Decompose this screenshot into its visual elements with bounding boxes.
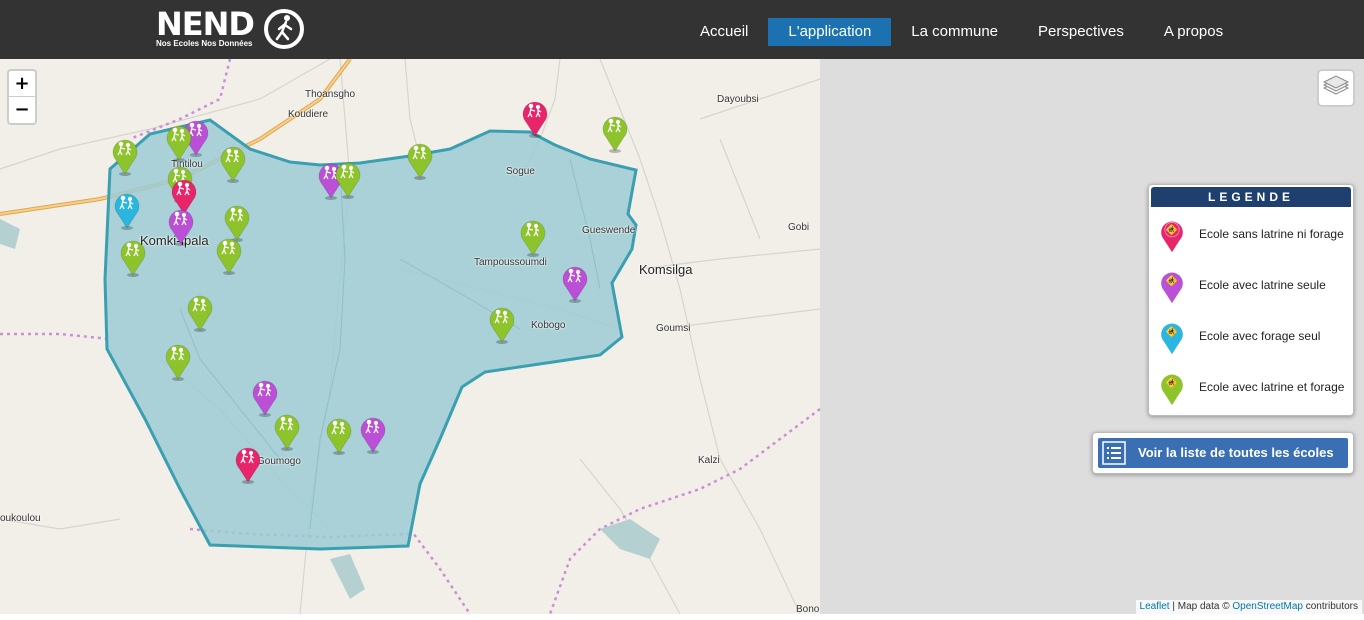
nav-application[interactable]: L'application xyxy=(768,18,892,46)
school-marker[interactable] xyxy=(488,304,516,344)
school-pin-icon: 🚸 xyxy=(1161,272,1183,304)
legend-label: Ecole sans latrine ni forage xyxy=(1199,227,1344,241)
school-marker[interactable] xyxy=(119,237,147,277)
legend-label: Ecole avec latrine seule xyxy=(1199,278,1326,292)
svg-text:🚸: 🚸 xyxy=(1166,326,1178,338)
school-marker[interactable] xyxy=(273,411,301,451)
school-marker[interactable] xyxy=(111,136,139,176)
legend-label: Ecole avec latrine et forage xyxy=(1199,380,1345,394)
svg-text:🚸: 🚸 xyxy=(1166,224,1178,236)
view-all-schools-button[interactable]: Voir la liste de toutes les écoles xyxy=(1098,438,1348,468)
school-marker[interactable] xyxy=(359,414,387,454)
leaflet-link[interactable]: Leaflet xyxy=(1140,601,1170,612)
school-pin-icon: 🚸 xyxy=(1161,221,1183,253)
osm-link[interactable]: OpenStreetMap xyxy=(1232,601,1303,612)
school-marker[interactable] xyxy=(521,98,549,138)
zoom-in-button[interactable]: + xyxy=(9,71,35,97)
school-marker[interactable] xyxy=(519,217,547,257)
logo-tagline: Nos Ecoles Nos Données xyxy=(156,39,253,48)
list-icon xyxy=(1102,441,1126,465)
map-attribution: Leaflet | Map data © OpenStreetMap contr… xyxy=(1135,600,1362,614)
school-marker[interactable] xyxy=(186,292,214,332)
main-nav: Accueil L'application La commune Perspec… xyxy=(680,18,1243,46)
school-marker[interactable] xyxy=(215,235,243,275)
school-marker[interactable] xyxy=(164,341,192,381)
zoom-control: + − xyxy=(7,69,37,125)
walking-person-icon xyxy=(264,9,304,49)
map-view[interactable]: Thoansgho Koudiere Dayoubsi Tintilou Sog… xyxy=(0,59,1364,614)
attribution-text: | Map data © xyxy=(1169,601,1233,612)
logo-wordmark: NEND xyxy=(156,5,255,43)
school-marker[interactable] xyxy=(561,263,589,303)
layers-control[interactable] xyxy=(1317,69,1355,107)
legend-item: 🚸 Ecole avec latrine seule xyxy=(1159,268,1353,304)
school-pin-icon: 🚸 xyxy=(1161,374,1183,406)
school-marker[interactable] xyxy=(406,140,434,180)
layers-icon xyxy=(1322,75,1350,95)
top-navbar: NEND Nos Ecoles Nos Données Accueil L'ap… xyxy=(0,0,1364,59)
legend-item: 🚸 Ecole avec latrine et forage xyxy=(1159,370,1353,406)
nendo-logo[interactable]: NEND Nos Ecoles Nos Données xyxy=(148,6,313,54)
app: NEND Nos Ecoles Nos Données Accueil L'ap… xyxy=(0,0,1364,620)
schools-list-control: Voir la liste de toutes les écoles xyxy=(1092,432,1354,474)
school-marker[interactable] xyxy=(113,190,141,230)
nav-accueil[interactable]: Accueil xyxy=(680,18,768,46)
school-marker[interactable] xyxy=(219,143,247,183)
legend-title: LEGENDE xyxy=(1151,187,1351,207)
school-marker[interactable] xyxy=(601,113,629,153)
zoom-out-button[interactable]: − xyxy=(9,97,35,123)
nav-a-propos[interactable]: A propos xyxy=(1144,18,1243,46)
svg-text:🚸: 🚸 xyxy=(1166,377,1178,389)
legend-item: 🚸 Ecole avec forage seul xyxy=(1159,319,1353,355)
attribution-text: contributors xyxy=(1302,601,1358,612)
school-marker[interactable] xyxy=(325,415,353,455)
legend-label: Ecole avec forage seul xyxy=(1199,329,1321,343)
svg-text:🚸: 🚸 xyxy=(1166,275,1178,287)
school-marker[interactable] xyxy=(165,122,193,162)
nav-perspectives[interactable]: Perspectives xyxy=(1018,18,1144,46)
school-marker[interactable] xyxy=(234,444,262,484)
legend-item: 🚸 Ecole sans latrine ni forage xyxy=(1159,217,1353,253)
legend-panel: LEGENDE 🚸 Ecole sans latrine ni forage 🚸… xyxy=(1148,184,1354,416)
school-pin-icon: 🚸 xyxy=(1161,323,1183,355)
nav-la-commune[interactable]: La commune xyxy=(891,18,1018,46)
view-all-schools-label: Voir la liste de toutes les écoles xyxy=(1138,445,1334,460)
school-marker[interactable] xyxy=(167,206,195,246)
school-marker[interactable] xyxy=(334,159,362,199)
